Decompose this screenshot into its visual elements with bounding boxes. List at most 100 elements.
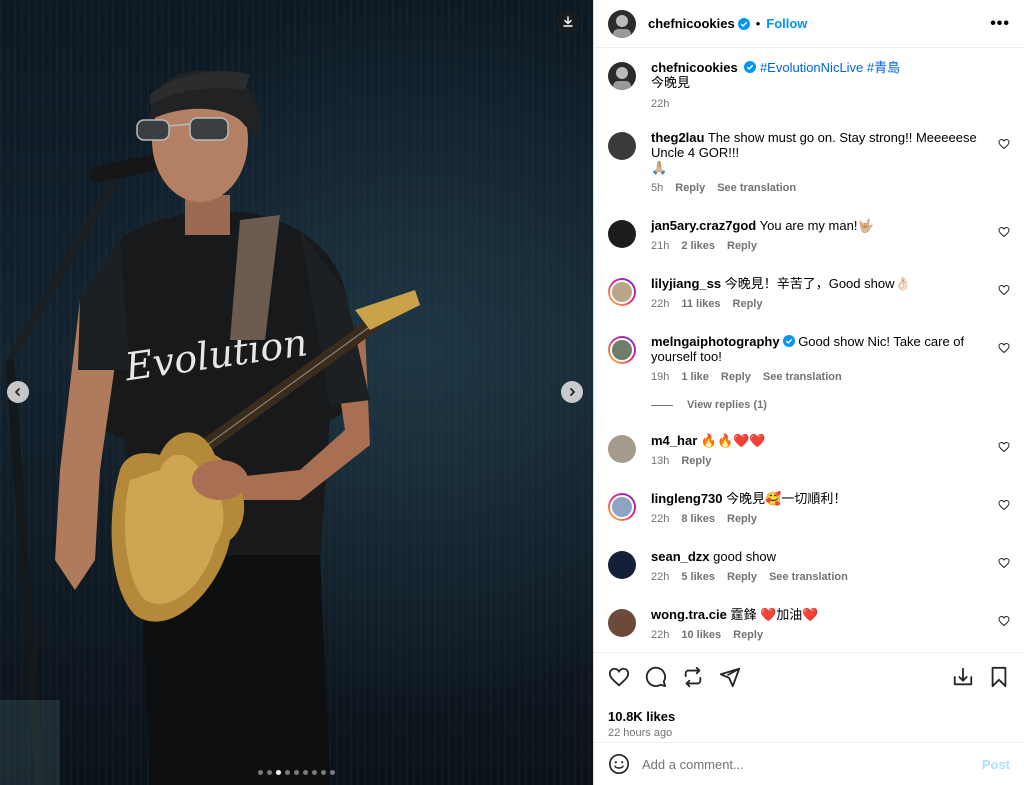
- post-header: chefnicookies • Follow •••: [594, 0, 1024, 48]
- caption-hashtags[interactable]: #EvolutionNicLive #青島: [760, 60, 900, 75]
- reply-button[interactable]: Reply: [733, 628, 763, 643]
- download-icon: [563, 16, 573, 27]
- caption-text: 今晚見: [651, 75, 691, 90]
- carousel-dot: [258, 770, 263, 775]
- comment-text: 🔥🔥❤️❤️: [700, 433, 766, 448]
- like-comment-heart-icon[interactable]: [998, 441, 1010, 453]
- post-photo[interactable]: Evolution: [0, 0, 593, 785]
- caption-author-avatar[interactable]: [608, 62, 636, 90]
- commenter-username[interactable]: jan5ary.craz7god: [651, 218, 756, 233]
- commenter-avatar[interactable]: [608, 336, 636, 364]
- chevron-right-icon: [569, 387, 576, 397]
- view-replies-line: [651, 404, 673, 406]
- view-replies-label: View replies (1): [687, 399, 767, 411]
- see-translation-button[interactable]: See translation: [763, 370, 842, 385]
- author-avatar[interactable]: [608, 9, 636, 38]
- comment-item: lingleng730 今晚見🥰一切順利！ 22h 8 likes Reply: [608, 491, 1010, 527]
- comment-time: 19h: [651, 371, 670, 383]
- view-replies-button[interactable]: View replies (1): [651, 399, 1010, 411]
- comment-item: lilyjiang_ss 今晚見！辛苦了，Good show👌🏻 22h 11 …: [608, 276, 1010, 312]
- commenter-username[interactable]: lilyjiang_ss: [651, 276, 721, 291]
- reply-button[interactable]: Reply: [675, 181, 705, 196]
- comment-item: theg2lau The show must go on. Stay stron…: [608, 130, 1010, 196]
- reply-button[interactable]: Reply: [727, 239, 757, 254]
- save-to-collection-icon[interactable]: [952, 666, 974, 688]
- post-caption: chefnicookies #EvolutionNicLive #青島 今晚見 …: [608, 60, 1010, 112]
- commenter-username[interactable]: melngaiphotography: [651, 334, 780, 349]
- commenter-avatar[interactable]: [608, 278, 636, 306]
- caption-time: 22h: [651, 98, 670, 110]
- posted-time: 22 hours ago: [608, 727, 673, 739]
- commenter-avatar[interactable]: [608, 609, 636, 637]
- add-comment-bar: Post: [594, 742, 1024, 785]
- comment-bubble-icon[interactable]: [645, 666, 667, 688]
- comment-text: You are my man!🤟🏼: [759, 218, 874, 233]
- comment-time: 22h: [651, 629, 670, 641]
- commenter-username[interactable]: theg2lau: [651, 130, 704, 145]
- reply-button[interactable]: Reply: [681, 454, 711, 469]
- comment-text: 今晚見！辛苦了，Good show👌🏻: [724, 276, 911, 291]
- commenter-avatar[interactable]: [608, 551, 636, 579]
- like-comment-heart-icon[interactable]: [998, 284, 1010, 296]
- post-side-panel: chefnicookies • Follow ••• chefnicookies…: [593, 0, 1024, 785]
- comments-section[interactable]: chefnicookies #EvolutionNicLive #青島 今晚見 …: [594, 48, 1024, 652]
- see-translation-button[interactable]: See translation: [769, 570, 848, 585]
- comment-time: 13h: [651, 455, 670, 467]
- reply-button[interactable]: Reply: [721, 370, 751, 385]
- comment-likes[interactable]: 8 likes: [681, 512, 715, 527]
- like-comment-heart-icon[interactable]: [998, 138, 1010, 150]
- repost-icon[interactable]: [682, 666, 704, 688]
- comment-time: 21h: [651, 240, 670, 252]
- more-options-button[interactable]: •••: [990, 15, 1010, 33]
- download-button[interactable]: [556, 10, 580, 34]
- share-send-icon[interactable]: [719, 666, 741, 688]
- post-comment-button[interactable]: Post: [982, 757, 1010, 772]
- author-username[interactable]: chefnicookies: [648, 16, 735, 31]
- emoji-icon[interactable]: [608, 753, 630, 775]
- commenter-username[interactable]: m4_har: [651, 433, 697, 448]
- carousel-dot: [285, 770, 290, 775]
- follow-button[interactable]: Follow: [766, 16, 807, 31]
- verified-badge-icon: [737, 17, 750, 30]
- like-heart-icon[interactable]: [608, 666, 630, 688]
- comment-likes[interactable]: 5 likes: [681, 570, 715, 585]
- header-separator: •: [755, 16, 761, 31]
- see-translation-button[interactable]: See translation: [717, 181, 796, 196]
- verified-badge-icon: [744, 61, 757, 73]
- likes-count[interactable]: 10.8K likes: [608, 709, 1010, 724]
- like-comment-heart-icon[interactable]: [998, 615, 1010, 627]
- carousel-dot: [267, 770, 272, 775]
- caption-username[interactable]: chefnicookies: [651, 60, 738, 75]
- commenter-avatar[interactable]: [608, 220, 636, 248]
- reply-button[interactable]: Reply: [727, 570, 757, 585]
- carousel-indicator: [0, 770, 593, 775]
- chevron-left-icon: [14, 387, 21, 397]
- comment-likes[interactable]: 1 like: [681, 370, 709, 385]
- comment-likes[interactable]: 11 likes: [681, 297, 720, 312]
- reply-button[interactable]: Reply: [727, 512, 757, 527]
- comment-text: 霆鋒 ❤️加油❤️: [730, 607, 819, 622]
- comment-likes[interactable]: 10 likes: [681, 628, 721, 643]
- commenter-avatar[interactable]: [608, 132, 636, 160]
- post-actions: 10.8K likes 22 hours ago: [594, 652, 1024, 739]
- comment-likes[interactable]: 2 likes: [681, 239, 715, 254]
- bookmark-icon[interactable]: [988, 666, 1010, 688]
- commenter-username[interactable]: sean_dzx: [651, 549, 710, 564]
- commenter-username[interactable]: lingleng730: [651, 491, 723, 506]
- carousel-prev-button[interactable]: [7, 381, 29, 403]
- like-comment-heart-icon[interactable]: [998, 226, 1010, 238]
- concert-photo-illustration: Evolution: [0, 70, 420, 785]
- like-comment-heart-icon[interactable]: [998, 499, 1010, 511]
- comment-input[interactable]: [642, 756, 982, 772]
- carousel-dot: [330, 770, 335, 775]
- comment-item: wong.tra.cie 霆鋒 ❤️加油❤️ 22h 10 likes Repl…: [608, 607, 1010, 643]
- carousel-dot: [321, 770, 326, 775]
- carousel-next-button[interactable]: [561, 381, 583, 403]
- commenter-avatar[interactable]: [608, 435, 636, 463]
- comment-time: 5h: [651, 182, 664, 194]
- commenter-avatar[interactable]: [608, 493, 636, 521]
- commenter-username[interactable]: wong.tra.cie: [651, 607, 727, 622]
- like-comment-heart-icon[interactable]: [998, 342, 1010, 354]
- like-comment-heart-icon[interactable]: [998, 557, 1010, 569]
- reply-button[interactable]: Reply: [733, 297, 763, 312]
